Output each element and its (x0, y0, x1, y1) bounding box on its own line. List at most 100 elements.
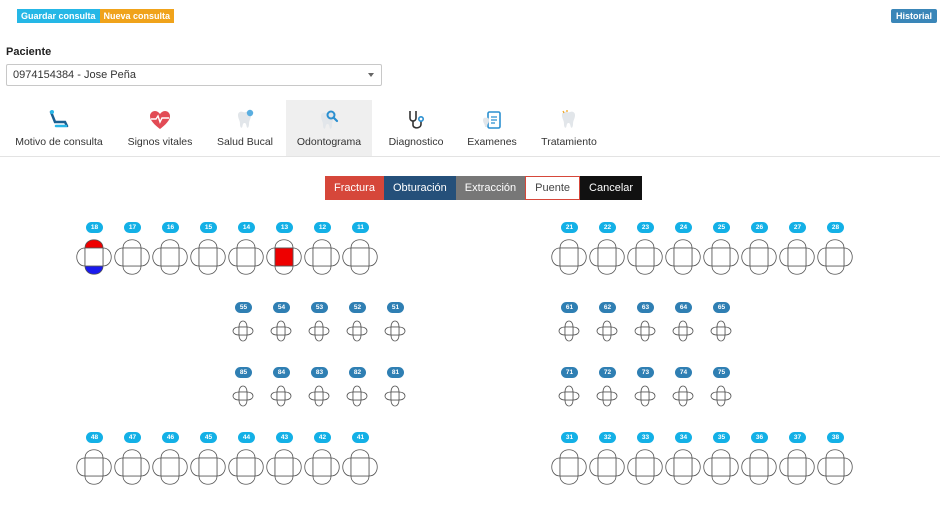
tooth-diagram (228, 239, 264, 275)
tooth-number-badge: 28 (827, 222, 844, 233)
tooth-16[interactable]: 16 (151, 222, 189, 278)
tooth-74[interactable]: 74 (664, 367, 702, 423)
tooth-diagram (634, 320, 656, 342)
tab-salud-bucal[interactable]: Salud Bucal (208, 100, 282, 156)
dental-chair-icon (49, 110, 69, 128)
tab-diagnostico[interactable]: Diagnostico (380, 100, 452, 156)
tooth-22[interactable]: 22 (588, 222, 626, 278)
tab-motivo-consulta[interactable]: Motivo de consulta (8, 100, 110, 156)
tooth-47[interactable]: 47 (113, 432, 151, 488)
tooth-53[interactable]: 53 (300, 302, 338, 358)
tooth-48[interactable]: 48 (75, 432, 113, 488)
tooth-15[interactable]: 15 (189, 222, 227, 278)
tooth-75[interactable]: 75 (702, 367, 740, 423)
tooth-number-badge: 82 (349, 367, 366, 378)
tooth-82[interactable]: 82 (338, 367, 376, 423)
tooth-28[interactable]: 28 (816, 222, 854, 278)
tab-examenes[interactable]: Examenes (458, 100, 526, 156)
tooth-71[interactable]: 71 (550, 367, 588, 423)
tooth-32[interactable]: 32 (588, 432, 626, 488)
tooth-13[interactable]: 13 (265, 222, 303, 278)
tooth-44[interactable]: 44 (227, 432, 265, 488)
patient-select[interactable]: 0974154384 - Jose Peña (6, 64, 382, 86)
tooth-51[interactable]: 51 (376, 302, 414, 358)
tooth-23[interactable]: 23 (626, 222, 664, 278)
tooth-33[interactable]: 33 (626, 432, 664, 488)
tooth-search-icon (321, 110, 339, 129)
new-consultation-button[interactable]: Nueva consulta (99, 9, 175, 23)
tooth-26[interactable]: 26 (740, 222, 778, 278)
tooth-diagram (190, 239, 226, 275)
tooth-18[interactable]: 18 (75, 222, 113, 278)
top-action-bar: Guardar consulta Nueva consulta (17, 9, 175, 23)
tooth-55[interactable]: 55 (224, 302, 262, 358)
tooth-21[interactable]: 21 (550, 222, 588, 278)
tooth-34[interactable]: 34 (664, 432, 702, 488)
tooth-number-badge: 24 (675, 222, 692, 233)
tooth-number-badge: 37 (789, 432, 806, 443)
heart-pulse-icon (150, 111, 170, 129)
history-button[interactable]: Historial (891, 9, 938, 23)
tooth-45[interactable]: 45 (189, 432, 227, 488)
tooth-43[interactable]: 43 (265, 432, 303, 488)
tooth-65[interactable]: 65 (702, 302, 740, 358)
tooth-number-badge: 73 (637, 367, 654, 378)
tooth-63[interactable]: 63 (626, 302, 664, 358)
cancelar-button[interactable]: Cancelar (580, 176, 643, 200)
save-consultation-button[interactable]: Guardar consulta (17, 9, 100, 23)
tab-tratamiento[interactable]: Tratamiento (532, 100, 606, 156)
fractura-button[interactable]: Fractura (325, 176, 384, 200)
tooth-diagram (114, 239, 150, 275)
tooth-number-badge: 81 (387, 367, 404, 378)
tooth-61[interactable]: 61 (550, 302, 588, 358)
tooth-11[interactable]: 11 (341, 222, 379, 278)
tab-label: Examenes (467, 136, 517, 148)
tooth-84[interactable]: 84 (262, 367, 300, 423)
tooth-12[interactable]: 12 (303, 222, 341, 278)
tab-odontograma[interactable]: Odontograma (286, 100, 372, 156)
tooth-27[interactable]: 27 (778, 222, 816, 278)
tooth-diagram (703, 239, 739, 275)
tooth-25[interactable]: 25 (702, 222, 740, 278)
tooth-number-badge: 64 (675, 302, 692, 313)
tooth-31[interactable]: 31 (550, 432, 588, 488)
tooth-52[interactable]: 52 (338, 302, 376, 358)
tooth-diagram (152, 239, 188, 275)
tooth-24[interactable]: 24 (664, 222, 702, 278)
tooth-14[interactable]: 14 (227, 222, 265, 278)
tooth-64[interactable]: 64 (664, 302, 702, 358)
tooth-diagram (384, 385, 406, 407)
tooth-number-badge: 14 (238, 222, 255, 233)
tooth-icon (562, 110, 575, 128)
tooth-83[interactable]: 83 (300, 367, 338, 423)
tooth-62[interactable]: 62 (588, 302, 626, 358)
tooth-35[interactable]: 35 (702, 432, 740, 488)
tooth-54[interactable]: 54 (262, 302, 300, 358)
tooth-17[interactable]: 17 (113, 222, 151, 278)
tooth-81[interactable]: 81 (376, 367, 414, 423)
tooth-sparkle-icon (238, 109, 254, 128)
tooth-73[interactable]: 73 (626, 367, 664, 423)
tab-signos-vitales[interactable]: Signos vitales (118, 100, 202, 156)
extraccion-button[interactable]: Extracción (455, 176, 526, 200)
obturacion-button[interactable]: Obturación (383, 176, 456, 200)
tooth-72[interactable]: 72 (588, 367, 626, 423)
tooth-diagram (596, 320, 618, 342)
tooth-number-badge: 43 (276, 432, 293, 443)
tooth-36[interactable]: 36 (740, 432, 778, 488)
tooth-42[interactable]: 42 (303, 432, 341, 488)
tooth-diagram (665, 449, 701, 485)
tooth-41[interactable]: 41 (341, 432, 379, 488)
tooth-85[interactable]: 85 (224, 367, 262, 423)
puente-button[interactable]: Puente (525, 176, 581, 200)
tooth-diagram (703, 449, 739, 485)
tooth-46[interactable]: 46 (151, 432, 189, 488)
tooth-number-badge: 65 (713, 302, 730, 313)
tooth-38[interactable]: 38 (816, 432, 854, 488)
tooth-diagram (304, 449, 340, 485)
tooth-diagram (228, 449, 264, 485)
tooth-37[interactable]: 37 (778, 432, 816, 488)
tooth-number-badge: 52 (349, 302, 366, 313)
tooth-diagram (190, 449, 226, 485)
tooth-diagram (551, 449, 587, 485)
